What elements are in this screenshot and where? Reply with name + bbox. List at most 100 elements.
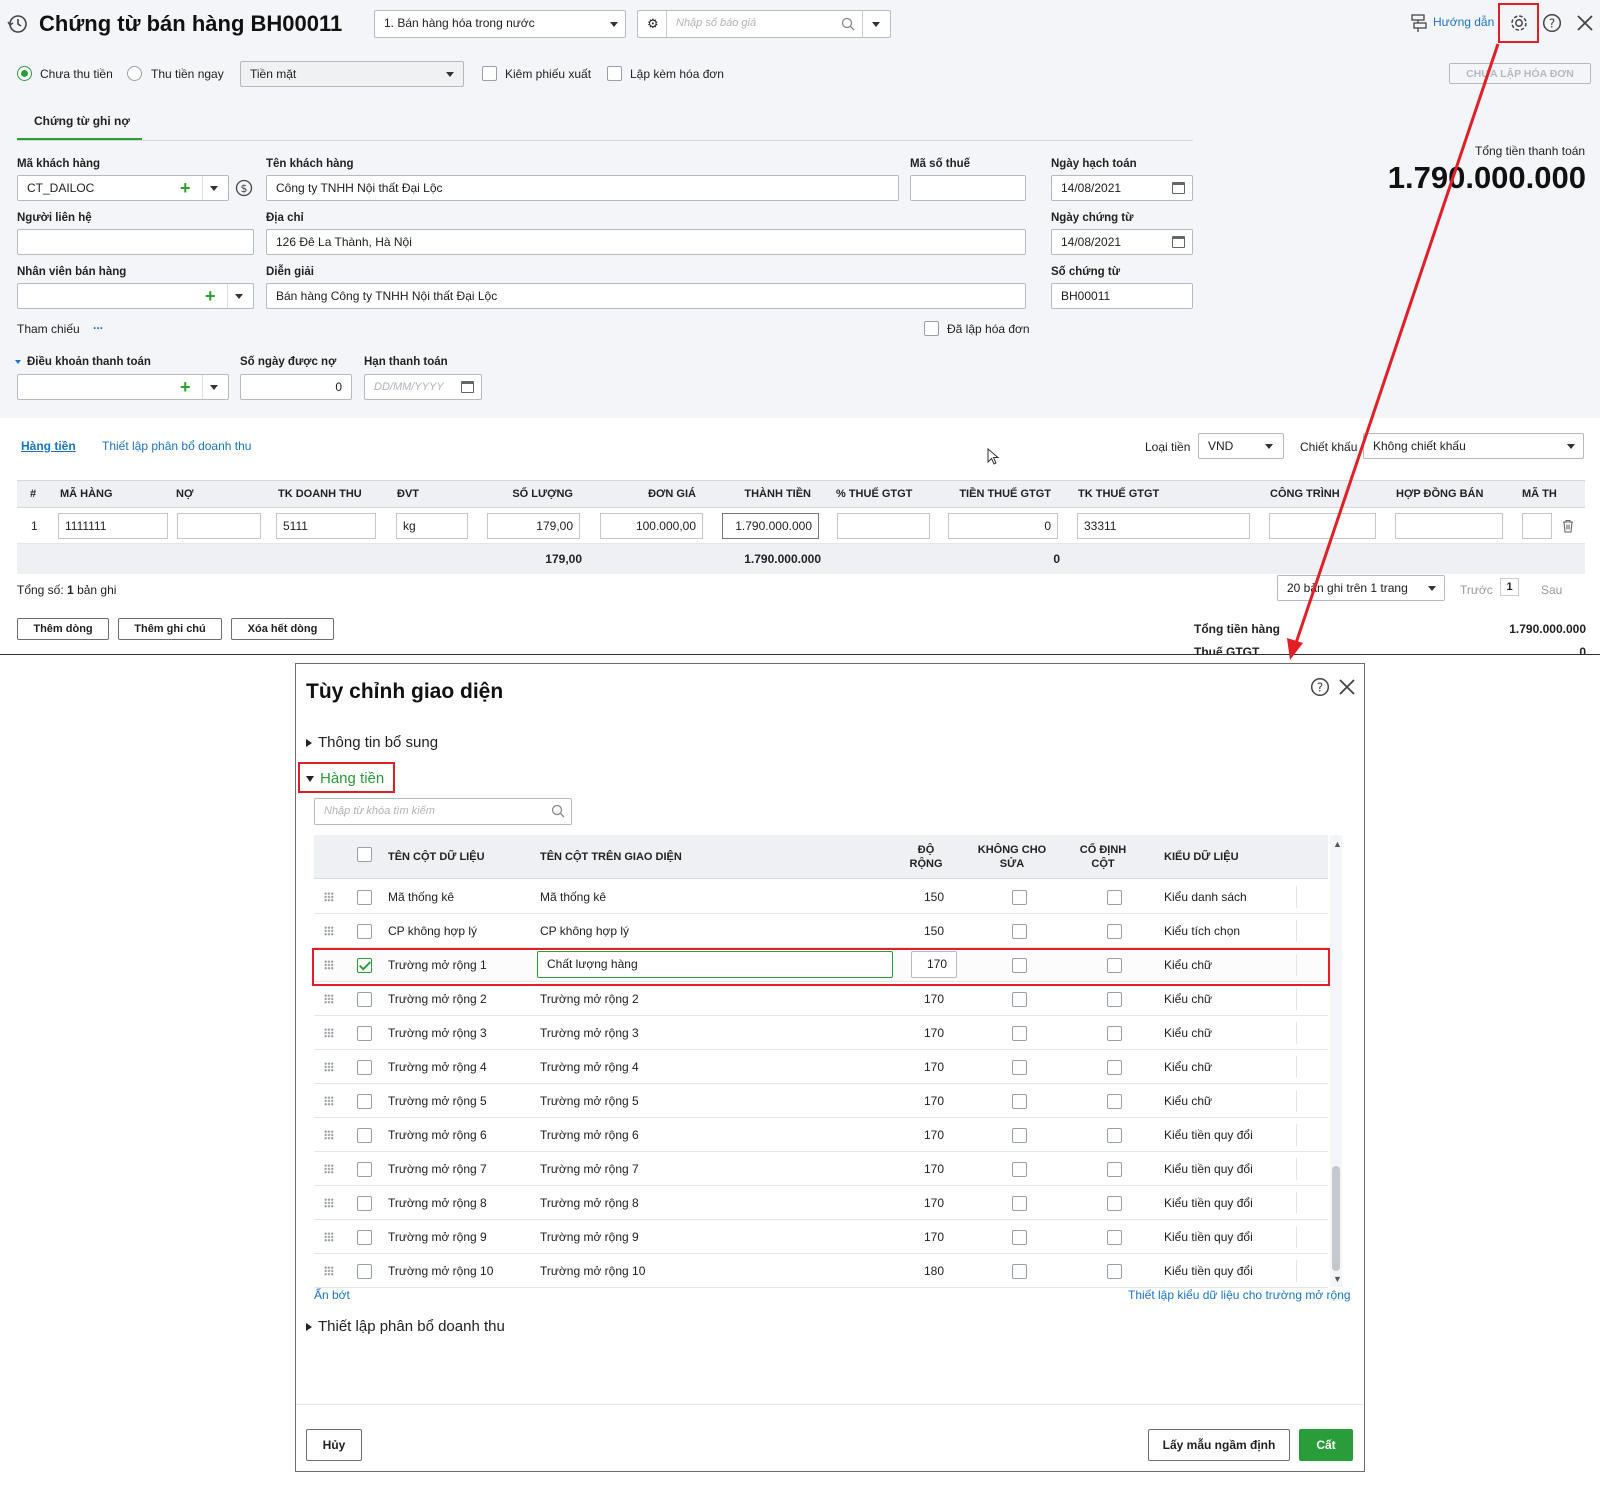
reference-more-link[interactable]: ... [93,318,103,332]
chevron-down-icon[interactable] [210,186,218,191]
drag-handle-icon[interactable] [324,1266,334,1276]
invoice-checkbox[interactable] [607,66,622,81]
col-header-vat-account[interactable]: TK THUẾ GTGT [1078,480,1159,508]
column-width[interactable]: 170 [894,992,944,1006]
quote-search-box[interactable]: ⚙ Nhập số báo giá [637,10,891,38]
no-edit-checkbox[interactable] [1012,1128,1027,1143]
row-select-checkbox[interactable] [357,1162,372,1177]
drag-handle-icon[interactable] [324,892,334,902]
drag-handle-icon[interactable] [324,1130,334,1140]
fixed-column-checkbox[interactable] [1107,1128,1122,1143]
fixed-column-checkbox[interactable] [1107,992,1122,1007]
address-input[interactable]: 126 Đê La Thành, Hà Nội [266,229,1026,255]
quantity-cell[interactable]: 179,00 [487,513,580,539]
payment-terms-input[interactable] [17,374,229,400]
row-select-checkbox[interactable] [357,1094,372,1109]
fixed-column-checkbox[interactable] [1107,1162,1122,1177]
display-column-name[interactable]: CP không hợp lý [540,924,629,938]
fixed-column-checkbox[interactable] [1107,1026,1122,1041]
fixed-column-checkbox[interactable] [1107,1060,1122,1075]
display-column-name[interactable]: Trường mở rộng 4 [540,1060,639,1074]
amount-cell[interactable]: 1.790.000.000 [722,513,819,539]
debt-days-input[interactable]: 0 [240,374,352,400]
scrollbar-thumb[interactable] [1332,1166,1340,1271]
column-width[interactable]: 150 [894,890,944,904]
fixed-column-checkbox[interactable] [1107,1094,1122,1109]
no-edit-checkbox[interactable] [1012,1162,1027,1177]
unit-cell[interactable]: kg [396,513,468,539]
col-header-debit[interactable]: NỢ [176,480,193,508]
next-page-button[interactable]: Sau [1541,583,1562,597]
col-header-unit-price[interactable]: ĐƠN GIÁ [600,480,696,508]
fixed-column-checkbox[interactable] [1107,1264,1122,1279]
guide-icon[interactable] [1409,13,1429,33]
display-column-name[interactable]: Trường mở rộng 7 [540,1162,639,1176]
no-edit-checkbox[interactable] [1012,992,1027,1007]
description-input[interactable]: Bán hàng Công ty TNHH Nội thất Đại Lộc [266,283,1026,309]
drag-handle-icon[interactable] [324,1062,334,1072]
display-column-name[interactable]: Trường mở rộng 3 [540,1026,639,1040]
setup-extended-field-type-link[interactable]: Thiết lập kiểu dữ liệu cho trường mở rộn… [1128,1288,1351,1302]
prev-page-button[interactable]: Trước [1460,583,1493,597]
invoiced-checkbox[interactable] [924,321,939,336]
column-width[interactable]: 170 [894,1128,944,1142]
select-all-checkbox[interactable] [357,847,372,862]
row-select-checkbox[interactable] [357,1264,372,1279]
row-select-checkbox[interactable] [357,1026,372,1041]
row-select-checkbox[interactable] [357,924,372,939]
cancel-button[interactable]: Hủy [306,1429,362,1461]
sales-contract-cell[interactable] [1395,513,1503,539]
vat-account-cell[interactable]: 33311 [1077,513,1250,539]
sale-type-select[interactable]: 1. Bán hàng hóa trong nước [374,10,626,38]
no-edit-checkbox[interactable] [1012,1264,1027,1279]
no-edit-checkbox[interactable] [1012,1060,1027,1075]
fixed-column-checkbox[interactable] [1107,890,1122,905]
scroll-up-icon[interactable]: ▲ [1333,839,1342,849]
add-terms-icon[interactable]: + [180,378,191,396]
column-width[interactable]: 170 [894,1060,944,1074]
col-header-revenue-account[interactable]: TK DOANH THU [278,480,362,508]
display-column-name[interactable]: Trường mở rộng 10 [540,1264,645,1278]
radio-paid[interactable] [127,66,142,81]
no-edit-checkbox[interactable] [1012,1196,1027,1211]
no-edit-checkbox[interactable] [1012,1026,1027,1041]
customer-name-input[interactable]: Công ty TNHH Nội thất Đại Lộc [266,175,899,201]
add-salesperson-icon[interactable]: + [205,287,216,305]
add-customer-icon[interactable]: + [180,179,191,197]
delete-all-rows-button[interactable]: Xóa hết dòng [231,618,334,640]
calendar-icon[interactable] [1172,236,1185,248]
display-column-name[interactable]: Trường mở rộng 6 [540,1128,639,1142]
tab-goods[interactable]: Hàng tiền [21,439,76,453]
column-width[interactable]: 150 [894,924,944,938]
restore-default-button[interactable]: Lấy mẫu ngầm định [1148,1429,1290,1461]
expand-icon[interactable] [15,360,21,364]
add-row-button[interactable]: Thêm dòng [17,618,109,640]
contact-input[interactable] [17,229,254,255]
salesperson-input[interactable] [17,283,254,309]
drag-handle-icon[interactable] [324,1164,334,1174]
col-header-stat-code[interactable]: MÃ TH [1522,480,1557,508]
fixed-column-checkbox[interactable] [1107,924,1122,939]
customer-code-input[interactable]: CT_DAILOC [17,175,229,201]
stat-code-cell[interactable] [1522,513,1552,539]
dollar-icon[interactable]: $ [235,179,253,197]
no-edit-checkbox[interactable] [1012,1094,1027,1109]
drag-handle-icon[interactable] [324,1028,334,1038]
row-select-checkbox[interactable] [357,1230,372,1245]
col-header-amount[interactable]: THÀNH TIỀN [716,480,811,508]
discount-select[interactable]: Không chiết khấu [1363,433,1584,459]
col-header-quantity[interactable]: SỐ LƯỢNG [480,480,573,508]
trash-icon[interactable] [1561,519,1575,533]
tab-revenue-allocation[interactable]: Thiết lập phân bổ doanh thu [102,439,251,453]
page-size-select[interactable]: 20 bản ghi trên 1 trang [1277,575,1445,601]
fixed-column-checkbox[interactable] [1107,1230,1122,1245]
drag-handle-icon[interactable] [324,994,334,1004]
drag-handle-icon[interactable] [324,926,334,936]
no-edit-checkbox[interactable] [1012,890,1027,905]
col-header-sales-contract[interactable]: HỢP ĐỒNG BÁN [1396,480,1483,508]
project-cell[interactable] [1269,513,1376,539]
col-header-vat-rate[interactable]: % THUẾ GTGT [836,480,912,508]
revenue-account-cell[interactable]: 5111 [276,513,376,539]
column-width[interactable]: 170 [894,1230,944,1244]
save-button[interactable]: Cất [1299,1429,1353,1461]
